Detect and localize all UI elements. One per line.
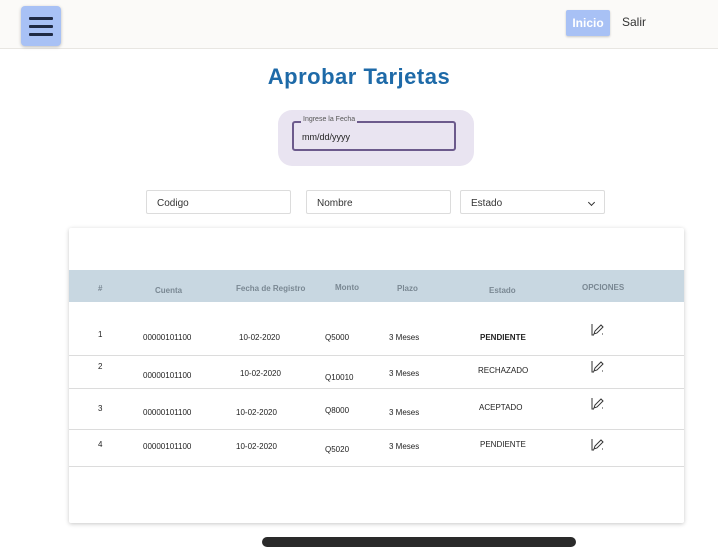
header-num: # — [98, 284, 103, 293]
row1-monto: Q5000 — [325, 333, 350, 342]
row1-plazo: 3 Meses — [389, 333, 420, 342]
nav-salir-link[interactable]: Salir — [622, 15, 646, 29]
row4-monto: Q5020 — [325, 445, 350, 454]
nombre-input[interactable]: Nombre — [306, 190, 451, 214]
menu-button[interactable] — [21, 6, 61, 46]
row3-num: 3 — [98, 404, 103, 413]
date-input-value: mm/dd/yyyy — [302, 132, 351, 142]
row2-num: 2 — [98, 362, 103, 371]
edit-icon[interactable] — [590, 397, 606, 411]
chevron-down-icon — [587, 198, 596, 207]
row3-plazo: 3 Meses — [389, 408, 420, 417]
row1-fecha: 10-02-2020 — [239, 333, 280, 342]
edit-icon[interactable] — [590, 360, 606, 374]
header-opciones: OPCIONES — [582, 283, 625, 292]
header-plazo: Plazo — [397, 284, 418, 293]
edit-icon[interactable] — [590, 323, 606, 337]
codigo-input[interactable]: Codigo — [146, 190, 291, 214]
top-bar: Inicio Salir — [0, 0, 718, 49]
table-card: # Cuenta Fecha de Registro Monto Plazo E… — [69, 228, 684, 523]
row1-num: 1 — [98, 330, 103, 339]
bottom-bar — [262, 537, 576, 547]
row3-cuenta: 00000101100 — [143, 408, 192, 417]
row4-estado: PENDIENTE — [480, 440, 526, 449]
estado-select[interactable]: Estado — [460, 190, 605, 214]
header-fecha: Fecha de Registro — [236, 284, 306, 293]
row2-plazo: 3 Meses — [389, 369, 420, 378]
nav-inicio-button[interactable]: Inicio — [566, 10, 610, 36]
hamburger-icon — [29, 16, 53, 20]
header-estado: Estado — [489, 286, 516, 295]
row4-plazo: 3 Meses — [389, 442, 420, 451]
row4-cuenta: 00000101100 — [143, 442, 192, 451]
date-input-label: Ingrese la Fecha — [301, 116, 358, 123]
estado-select-value: Estado — [471, 198, 503, 209]
row2-cuenta: 00000101100 — [143, 371, 192, 380]
header-cuenta: Cuenta — [155, 286, 183, 295]
row2-fecha: 10-02-2020 — [240, 369, 281, 378]
row2-estado: RECHAZADO — [478, 366, 529, 375]
row4-num: 4 — [98, 440, 103, 449]
table-header: # Cuenta Fecha de Registro Monto Plazo E… — [69, 270, 684, 302]
page-title: Aprobar Tarjetas — [267, 64, 451, 89]
row4-fecha: 10-02-2020 — [236, 442, 277, 451]
row1-cuenta: 00000101100 — [143, 333, 192, 342]
row2-monto: Q10010 — [325, 373, 354, 382]
header-monto: Monto — [335, 283, 359, 292]
date-input[interactable]: Ingrese la Fecha mm/dd/yyyy — [292, 116, 456, 151]
row3-monto: Q8000 — [325, 406, 350, 415]
row3-estado: ACEPTADO — [479, 403, 523, 412]
edit-icon[interactable] — [590, 438, 606, 452]
date-filter-container: Ingrese la Fecha mm/dd/yyyy — [278, 110, 474, 166]
row1-estado: PENDIENTE — [480, 333, 526, 342]
row3-fecha: 10-02-2020 — [236, 408, 277, 417]
